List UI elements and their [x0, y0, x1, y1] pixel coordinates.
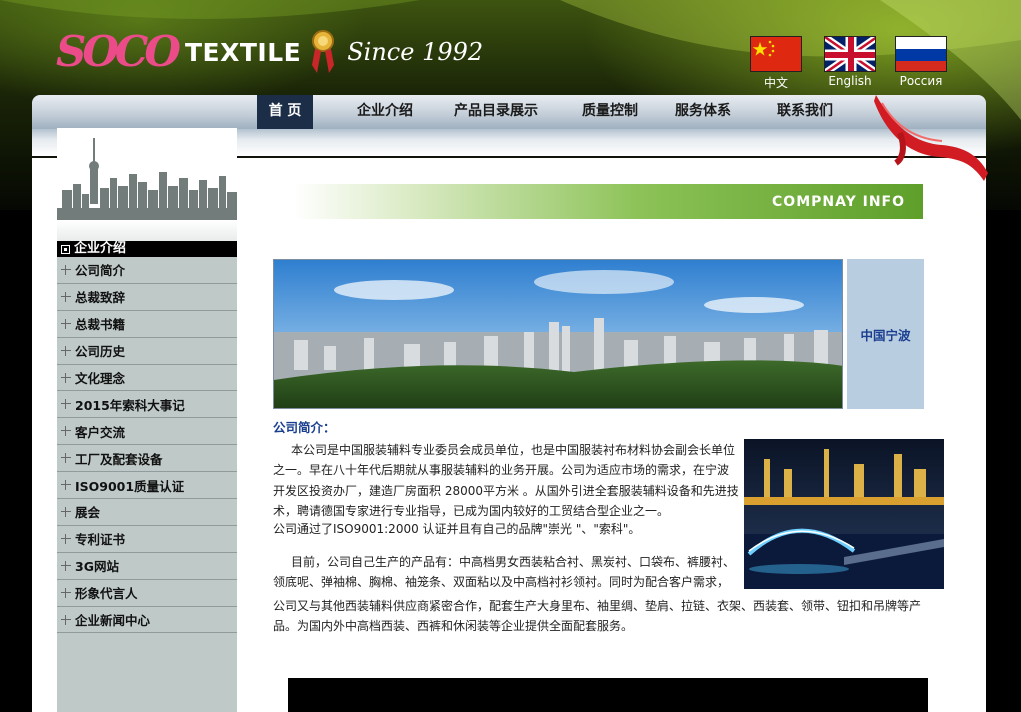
- language-label: 中文: [763, 76, 788, 90]
- section-banner: COMPNAY INFO: [294, 184, 923, 219]
- certification-paragraph: 公司通过了ISO9001:2000 认证并且有自己的品牌"崇光 "、"索科"。: [273, 522, 641, 536]
- language-label: English: [828, 74, 872, 88]
- plus-bullet-icon: [61, 453, 71, 464]
- sidebar-item-president-books[interactable]: 总裁书籍: [57, 311, 237, 338]
- square-bullet-icon: [61, 244, 70, 254]
- sidebar-spacer: [57, 220, 237, 241]
- sidebar-item-3g-site[interactable]: 3G网站: [57, 553, 237, 580]
- sidebar-item-patents[interactable]: 专利证书: [57, 526, 237, 553]
- nav-home[interactable]: 首 页: [257, 95, 313, 129]
- products-paragraph: 目前，公司自己生产的产品有：中高档男女西装粘合衬、黑炭衬、口袋布、裤腰衬、领底呢…: [273, 555, 736, 590]
- sidebar-item-iso9001[interactable]: ISO9001质量认证: [57, 472, 237, 500]
- sidebar-item-factory-equipment[interactable]: 工厂及配套设备: [57, 445, 237, 473]
- city-label-box: 中国宁波: [847, 259, 924, 409]
- sidebar-item-label: 3G网站: [75, 559, 119, 575]
- plus-bullet-icon: [61, 480, 71, 491]
- section-title: 公司简介：: [273, 420, 336, 435]
- sidebar-item-culture[interactable]: 文化理念: [57, 365, 237, 392]
- sidebar: 企业介绍 公司简介 总裁致辞 总裁书籍 公司历史 文化理念 2015年索科大事记…: [57, 241, 237, 712]
- sidebar-item-exhibitions[interactable]: 展会: [57, 499, 237, 526]
- partnership-paragraph: 公司又与其他西装辅料供应商紧密合作，配套生产大身里布、袖里绸、垫肩、拉链、衣架、…: [273, 599, 922, 634]
- plus-bullet-icon: [61, 533, 71, 544]
- nav-service-system[interactable]: 服务体系: [666, 95, 740, 129]
- sidebar-item-label: 总裁致辞: [75, 290, 126, 306]
- sidebar-item-label: 客户交流: [75, 424, 126, 440]
- night-bridge-image: [744, 439, 944, 589]
- russia-flag-icon: [895, 36, 947, 72]
- sidebar-item-news-center[interactable]: 企业新闻中心: [57, 607, 237, 634]
- medal-icon: [309, 29, 337, 75]
- city-skyline-image: [57, 128, 237, 220]
- sidebar-item-label: 2015年索科大事记: [75, 397, 185, 413]
- plus-bullet-icon: [61, 560, 71, 571]
- plus-bullet-icon: [61, 399, 71, 410]
- plus-bullet-icon: [61, 318, 71, 329]
- nav-quality-control[interactable]: 质量控制: [573, 95, 647, 129]
- bottom-media-bar: [288, 678, 928, 712]
- nav-contact-us[interactable]: 联系我们: [768, 95, 842, 129]
- nav-product-catalog[interactable]: 产品目录展示: [446, 95, 546, 129]
- sidebar-item-label: 总裁书籍: [75, 317, 126, 333]
- sidebar-item-label: 专利证书: [75, 532, 126, 548]
- language-label: Россия: [899, 74, 943, 88]
- city-label: 中国宁波: [860, 327, 911, 343]
- sidebar-item-label: 公司简介: [75, 263, 126, 279]
- plus-bullet-icon: [61, 587, 71, 598]
- sidebar-item-company-history[interactable]: 公司历史: [57, 338, 237, 365]
- logo-brand-text: TEXTILE: [184, 37, 302, 67]
- intro-paragraph: 本公司是中国服装辅料专业委员会成员单位，也是中国服装衬布材料协会副会长单位之一。…: [273, 443, 739, 518]
- red-ribbon-decoration: [874, 95, 988, 181]
- plus-bullet-icon: [61, 372, 71, 383]
- sidebar-item-label: ISO9001质量认证: [75, 478, 185, 494]
- plus-bullet-icon: [61, 345, 71, 356]
- sidebar-item-president-speech[interactable]: 总裁致辞: [57, 284, 237, 311]
- plus-bullet-icon: [61, 264, 71, 275]
- sidebar-item-label: 工厂及配套设备: [75, 451, 163, 467]
- site-logo[interactable]: SOCO TEXTILE Since 1992: [56, 24, 483, 80]
- uk-flag-icon: [824, 36, 876, 72]
- sidebar-title: 企业介绍: [57, 241, 237, 257]
- sidebar-item-label: 展会: [75, 505, 101, 521]
- nav-company-intro[interactable]: 企业介绍: [347, 95, 423, 129]
- sidebar-item-milestones-2015[interactable]: 2015年索科大事记: [57, 391, 237, 419]
- plus-bullet-icon: [61, 614, 71, 625]
- sidebar-item-label: 公司历史: [75, 344, 126, 360]
- china-flag-icon: [750, 36, 802, 72]
- sidebar-item-label: 形象代言人: [75, 586, 138, 602]
- language-chinese[interactable]: 中文: [750, 36, 802, 91]
- sidebar-item-label: 文化理念: [75, 371, 126, 386]
- logo-since-text: Since 1992: [347, 38, 484, 66]
- banner-title: COMPNAY INFO: [772, 194, 905, 210]
- sidebar-title-text: 企业介绍: [74, 241, 127, 256]
- sidebar-item-label: 企业新闻中心: [75, 613, 151, 629]
- sidebar-item-company-profile[interactable]: 公司简介: [57, 257, 237, 284]
- language-russian[interactable]: Россия: [895, 36, 947, 88]
- sidebar-item-customer-exchange[interactable]: 客户交流: [57, 418, 237, 446]
- plus-bullet-icon: [61, 291, 71, 302]
- city-panorama-image: [273, 259, 843, 409]
- sidebar-item-spokesperson[interactable]: 形象代言人: [57, 580, 237, 607]
- logo-mark: SOCO: [56, 27, 181, 76]
- plus-bullet-icon: [61, 426, 71, 437]
- language-english[interactable]: English: [824, 36, 876, 88]
- plus-bullet-icon: [61, 506, 71, 517]
